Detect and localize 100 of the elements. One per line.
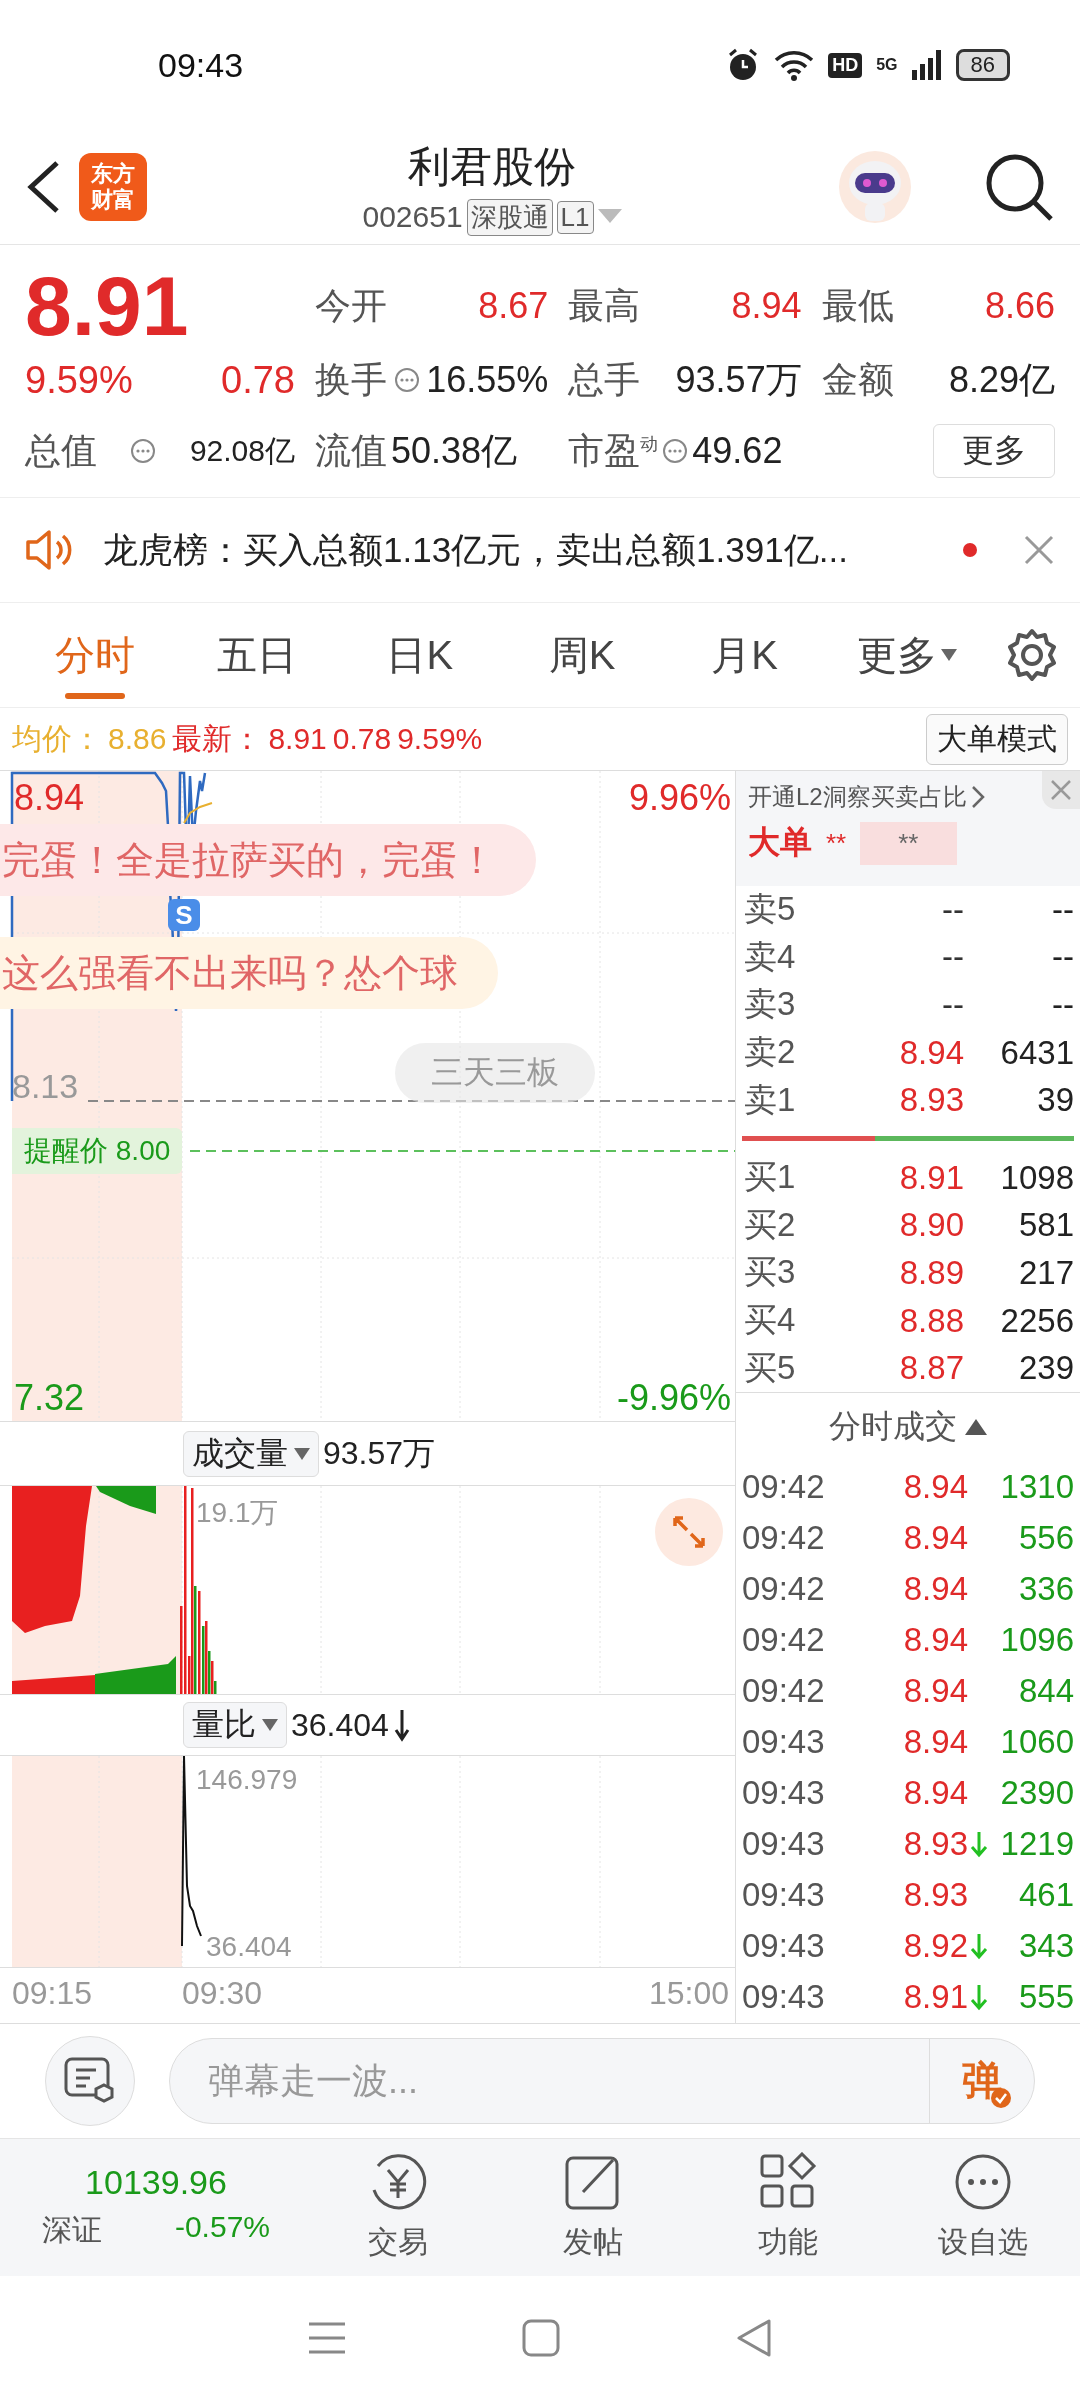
upgrade-link[interactable]: 开通L2洞察买卖占比 [748, 781, 985, 813]
trade-time: 09:43 [742, 1978, 826, 2017]
sort-icon[interactable] [965, 1419, 987, 1436]
chart-tab[interactable]: 周K [501, 603, 664, 707]
stat-label: 换手 [315, 357, 387, 402]
stat-label: 最高 [568, 283, 641, 328]
trade-time: 09:42 [742, 1621, 826, 1660]
level-label: 卖2 [744, 1032, 797, 1073]
trade-time: 09:42 [742, 1468, 826, 1507]
low-price-label: 7.32 [14, 1377, 85, 1419]
nav-item[interactable]: 设自选 [885, 2150, 1080, 2264]
stat-label: 市盈$^{动}$ [568, 428, 659, 473]
change-amount: 0.78 [221, 358, 295, 402]
trade-volume: 555 [1017, 1978, 1074, 2017]
latest-price: 8.91 [268, 722, 327, 756]
level-label: 买1 [744, 1157, 797, 1198]
trade-volume: 461 [1017, 1876, 1074, 1915]
level-volume: 239 [1017, 1349, 1074, 1388]
close-icon [1050, 779, 1072, 801]
trade-volume: 1060 [999, 1723, 1074, 1762]
prev-close-label: 8.13 [12, 1067, 79, 1106]
stat-label: 今开 [315, 283, 387, 328]
close-button[interactable] [1023, 534, 1055, 566]
level-price: 8.87 [898, 1349, 964, 1388]
stat-value: 8.94 [731, 285, 802, 327]
level-volume: 6431 [999, 1033, 1074, 1072]
indicator-selector[interactable]: 量比 [183, 1702, 287, 1748]
chart-tab[interactable]: 更多 [825, 603, 988, 707]
level-volume: 1098 [999, 1158, 1074, 1197]
home-button[interactable] [522, 2318, 560, 2357]
level-label: 买5 [744, 1347, 797, 1388]
level-price: 8.89 [898, 1253, 964, 1292]
status-time: 09:43 [158, 45, 244, 85]
level-label: 卖1 [744, 1079, 797, 1120]
level-price: 8.91 [898, 1158, 964, 1197]
level-volume: -- [1051, 890, 1074, 929]
stat-value: 50.38亿 [391, 428, 518, 473]
stat-label: 总手 [568, 357, 641, 402]
level-price: -- [941, 890, 964, 929]
danmaku-bubble: 完蛋！全是拉萨买的，完蛋！ [0, 824, 536, 896]
alert-price-tag: 提醒价 8.00 [12, 1128, 183, 1174]
index-name[interactable]: 深证 [42, 2210, 156, 2252]
trade-volume: 336 [1017, 1570, 1074, 1609]
time-axis-label: 09:15 [12, 1975, 94, 2012]
info-icon[interactable] [393, 367, 420, 393]
news-ticker[interactable]: 龙虎榜：买入总额1.13亿元，卖出总额1.391亿... [103, 526, 937, 574]
volume-value: 93.57万 [323, 1433, 436, 1473]
trade-price: 8.93 [902, 1825, 968, 1864]
level-price: 8.88 [898, 1301, 964, 1340]
trade-volume: 1219 [999, 1825, 1074, 1864]
volume-max-label: 19.1万 [196, 1496, 279, 1530]
trade-price: 8.94 [902, 1468, 968, 1507]
more-button[interactable]: 更多 [933, 424, 1055, 478]
trade-price: 8.93 [902, 1876, 968, 1915]
ratio-current-label: 36.404 [206, 1931, 292, 1963]
average-label: 均价： [12, 720, 102, 757]
level-label: 买3 [744, 1252, 797, 1293]
caret-icon [940, 649, 957, 661]
stock-name: 利君股份 [408, 141, 576, 192]
current-price: 8.91 [25, 267, 190, 345]
danmaku-bubble: 这么强看不出来吗？怂个球 [0, 937, 498, 1009]
chevron-icon [970, 785, 985, 809]
high-percent-label: 9.96% [628, 777, 731, 819]
level-price: -- [941, 986, 964, 1024]
high-price-label: 8.94 [14, 777, 85, 819]
nav-item[interactable]: 功能 [690, 2150, 885, 2264]
trade-price: 8.94 [902, 1570, 968, 1609]
latest-percent: 9.59% [397, 722, 483, 756]
level-volume: -- [1051, 986, 1074, 1024]
stat-value: 16.55% [426, 359, 549, 401]
info-icon[interactable] [662, 438, 689, 464]
level-price: -- [941, 938, 964, 977]
latest-change: 0.78 [332, 722, 392, 756]
info-icon[interactable] [130, 438, 157, 464]
level-price: 8.90 [898, 1206, 964, 1245]
trade-price: 8.92 [902, 1927, 968, 1966]
stock-code: 002651 [362, 200, 463, 234]
hd-indicator: HD [828, 52, 863, 78]
trade-time: 09:42 [742, 1672, 826, 1711]
level-label: 卖5 [744, 889, 797, 930]
level-label: 买4 [744, 1300, 797, 1341]
chart-tab[interactable]: 五日 [176, 603, 339, 707]
ratio-value: 36.404 [291, 1706, 389, 1744]
trade-time: 09:43 [742, 1774, 826, 1813]
stat-value: 8.29亿 [948, 357, 1055, 402]
dropdown-icon[interactable] [597, 209, 622, 225]
caret-icon [294, 1447, 310, 1460]
close-button[interactable] [1042, 771, 1080, 809]
trade-price: 8.91 [902, 1978, 968, 2017]
list-settings-icon [64, 2056, 116, 2105]
app-logo: 东方 财富 [79, 153, 147, 221]
chart-tab[interactable]: 月K [663, 603, 826, 707]
mode-button[interactable]: 大单模式 [926, 713, 1068, 765]
indicator-selector[interactable]: 成交量 [183, 1430, 319, 1477]
back-button[interactable] [25, 159, 61, 215]
trade-price: 8.94 [902, 1672, 968, 1711]
chart-tab[interactable]: 日K [338, 603, 501, 707]
stat-value: 49.62 [692, 430, 783, 472]
nav-item[interactable]: 发帖 [495, 2150, 690, 2264]
nav-item[interactable]: 交易 [300, 2150, 495, 2264]
